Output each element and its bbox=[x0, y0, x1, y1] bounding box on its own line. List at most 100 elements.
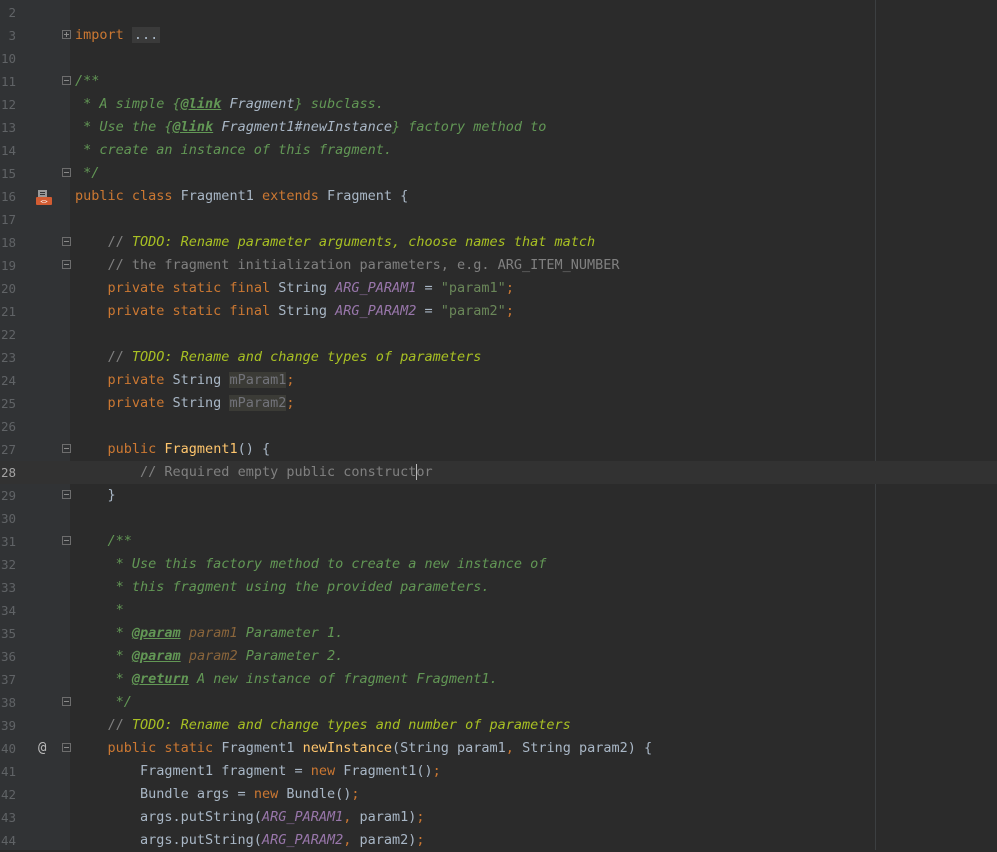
code-line[interactable]: 11 /** bbox=[0, 70, 997, 93]
code-text[interactable]: // Required empty public constructor bbox=[75, 461, 433, 484]
code-text[interactable]: * @return A new instance of fragment Fra… bbox=[75, 668, 498, 691]
code-line[interactable]: 2 bbox=[0, 1, 997, 24]
code-line[interactable]: 13 * Use the {@link Fragment1#newInstanc… bbox=[0, 116, 997, 139]
collapse-fold-icon[interactable] bbox=[62, 697, 71, 706]
code-line[interactable]: 28 // Required empty public constructor bbox=[0, 461, 997, 484]
line-number[interactable]: 10 bbox=[0, 47, 16, 70]
code-line[interactable]: 36 * @param param2 Parameter 2. bbox=[0, 645, 997, 668]
code-text[interactable]: * A simple {@link Fragment} subclass. bbox=[75, 93, 384, 116]
code-line[interactable]: 10 bbox=[0, 47, 997, 70]
code-text[interactable]: private static final String ARG_PARAM1 =… bbox=[75, 277, 514, 300]
collapse-fold-icon[interactable] bbox=[62, 743, 71, 752]
expand-fold-icon[interactable] bbox=[62, 30, 71, 39]
code-line[interactable]: 40 @ public static Fragment1 newInstance(… bbox=[0, 737, 997, 760]
code-line[interactable]: 39 // TODO: Rename and change types and … bbox=[0, 714, 997, 737]
code-text[interactable]: * create an instance of this fragment. bbox=[75, 139, 392, 162]
code-line[interactable]: 34 * bbox=[0, 599, 997, 622]
code-line[interactable]: 33 * this fragment using the provided pa… bbox=[0, 576, 997, 599]
code-text[interactable]: // TODO: Rename and change types of para… bbox=[75, 346, 482, 369]
line-number[interactable]: 19 bbox=[0, 254, 16, 277]
line-number[interactable]: 31 bbox=[0, 530, 16, 553]
code-text[interactable]: Fragment1 fragment = new Fragment1(); bbox=[75, 760, 441, 783]
collapse-fold-icon[interactable] bbox=[62, 490, 71, 499]
line-number[interactable]: 27 bbox=[0, 438, 16, 461]
code-line[interactable]: 38 */ bbox=[0, 691, 997, 714]
override-marker-icon[interactable]: @ bbox=[38, 737, 46, 760]
line-number[interactable]: 24 bbox=[0, 369, 16, 392]
code-line[interactable]: 27 public Fragment1() { bbox=[0, 438, 997, 461]
code-text[interactable]: * Use this factory method to create a ne… bbox=[75, 553, 547, 576]
code-line[interactable]: 20 private static final String ARG_PARAM… bbox=[0, 277, 997, 300]
code-text[interactable]: */ bbox=[75, 162, 99, 185]
code-text[interactable]: args.putString(ARG_PARAM2, param2); bbox=[75, 829, 425, 852]
code-text[interactable]: * bbox=[75, 599, 124, 622]
code-text[interactable]: * this fragment using the provided param… bbox=[75, 576, 490, 599]
line-number[interactable]: 3 bbox=[0, 24, 16, 47]
code-text[interactable]: private String mParam2; bbox=[75, 392, 295, 415]
code-text[interactable]: public Fragment1() { bbox=[75, 438, 271, 461]
code-line[interactable]: 19 // the fragment initialization parame… bbox=[0, 254, 997, 277]
code-line[interactable]: 21 private static final String ARG_PARAM… bbox=[0, 300, 997, 323]
code-line[interactable]: 31 /** bbox=[0, 530, 997, 553]
line-number[interactable]: 17 bbox=[0, 208, 16, 231]
line-number[interactable]: 38 bbox=[0, 691, 16, 714]
collapse-fold-icon[interactable] bbox=[62, 168, 71, 177]
line-number[interactable]: 16 bbox=[0, 185, 16, 208]
code-line[interactable]: 44 args.putString(ARG_PARAM2, param2); bbox=[0, 829, 997, 852]
line-number[interactable]: 11 bbox=[0, 70, 16, 93]
code-text[interactable]: public class Fragment1 extends Fragment … bbox=[75, 185, 408, 208]
code-line[interactable]: 23 // TODO: Rename and change types of p… bbox=[0, 346, 997, 369]
code-text[interactable]: Bundle args = new Bundle(); bbox=[75, 783, 359, 806]
line-number[interactable]: 32 bbox=[0, 553, 16, 576]
code-text[interactable]: /** bbox=[75, 70, 99, 93]
code-text[interactable]: * @param param2 Parameter 2. bbox=[75, 645, 344, 668]
code-text[interactable]: // TODO: Rename and change types and num… bbox=[75, 714, 571, 737]
collapse-fold-icon[interactable] bbox=[62, 237, 71, 246]
line-number[interactable]: 15 bbox=[0, 162, 16, 185]
code-line[interactable]: 42 Bundle args = new Bundle(); bbox=[0, 783, 997, 806]
line-number[interactable]: 43 bbox=[0, 806, 16, 829]
line-number[interactable]: 21 bbox=[0, 300, 16, 323]
line-number[interactable]: 2 bbox=[0, 1, 16, 24]
collapse-fold-icon[interactable] bbox=[62, 536, 71, 545]
code-text[interactable]: args.putString(ARG_PARAM1, param1); bbox=[75, 806, 425, 829]
code-text[interactable]: private String mParam1; bbox=[75, 369, 295, 392]
line-number[interactable]: 30 bbox=[0, 507, 16, 530]
code-line[interactable]: 14 * create an instance of this fragment… bbox=[0, 139, 997, 162]
line-number[interactable]: 41 bbox=[0, 760, 16, 783]
line-number[interactable]: 40 bbox=[0, 737, 16, 760]
line-number[interactable]: 33 bbox=[0, 576, 16, 599]
line-number[interactable]: 37 bbox=[0, 668, 16, 691]
code-line[interactable]: 37 * @return A new instance of fragment … bbox=[0, 668, 997, 691]
line-number[interactable]: 29 bbox=[0, 484, 16, 507]
code-line[interactable]: 29 } bbox=[0, 484, 997, 507]
code-text[interactable]: /** bbox=[75, 530, 132, 553]
code-text[interactable]: private static final String ARG_PARAM2 =… bbox=[75, 300, 514, 323]
code-text[interactable]: } bbox=[75, 484, 116, 507]
code-line[interactable]: 35 * @param param1 Parameter 1. bbox=[0, 622, 997, 645]
code-line[interactable]: 43 args.putString(ARG_PARAM1, param1); bbox=[0, 806, 997, 829]
line-number[interactable]: 36 bbox=[0, 645, 16, 668]
code-text[interactable]: public static Fragment1 newInstance(Stri… bbox=[75, 737, 653, 760]
line-number[interactable]: 14 bbox=[0, 139, 16, 162]
code-line[interactable]: 22 bbox=[0, 323, 997, 346]
code-line[interactable]: 18 // TODO: Rename parameter arguments, … bbox=[0, 231, 997, 254]
code-text[interactable]: // TODO: Rename parameter arguments, cho… bbox=[75, 231, 596, 254]
code-editor[interactable]: 2 3 import ... 10 11 /** 12 * A simple {@link … bbox=[0, 0, 997, 850]
line-number[interactable]: 39 bbox=[0, 714, 16, 737]
line-number[interactable]: 12 bbox=[0, 93, 16, 116]
line-number[interactable]: 22 bbox=[0, 323, 16, 346]
code-line[interactable]: 30 bbox=[0, 507, 997, 530]
line-number[interactable]: 26 bbox=[0, 415, 16, 438]
code-text[interactable]: * Use the {@link Fragment1#newInstance} … bbox=[75, 116, 546, 139]
code-line[interactable]: 26 bbox=[0, 415, 997, 438]
line-number[interactable]: 20 bbox=[0, 277, 16, 300]
code-line[interactable]: 25 private String mParam2; bbox=[0, 392, 997, 415]
code-text[interactable]: // the fragment initialization parameter… bbox=[75, 254, 620, 277]
code-line[interactable]: 41 Fragment1 fragment = new Fragment1(); bbox=[0, 760, 997, 783]
code-line[interactable]: 12 * A simple {@link Fragment} subclass. bbox=[0, 93, 997, 116]
line-number[interactable]: 18 bbox=[0, 231, 16, 254]
collapse-fold-icon[interactable] bbox=[62, 76, 71, 85]
code-text[interactable]: * @param param1 Parameter 1. bbox=[75, 622, 344, 645]
line-number[interactable]: 34 bbox=[0, 599, 16, 622]
